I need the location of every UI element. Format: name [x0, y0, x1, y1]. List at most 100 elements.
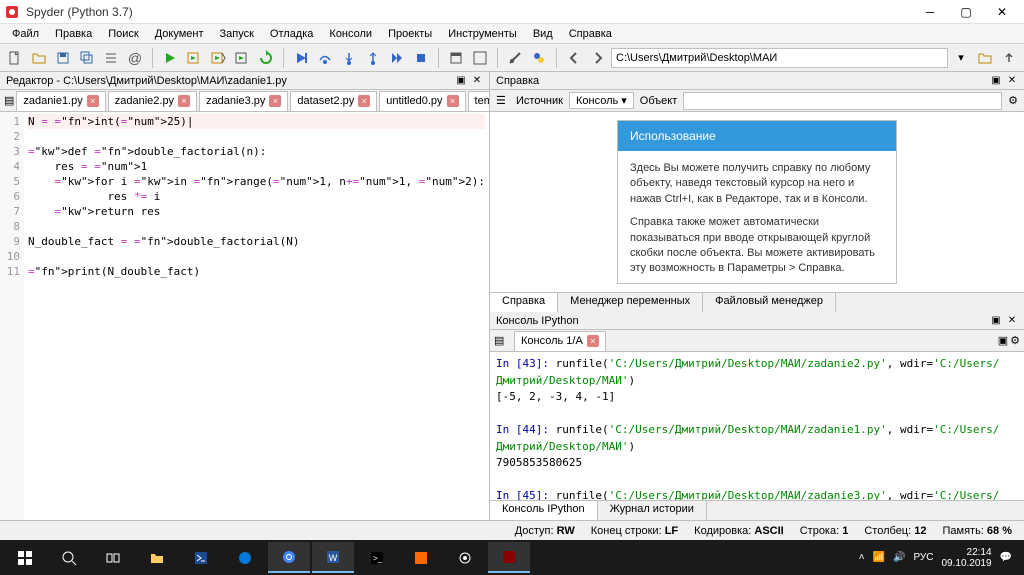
minimize-button[interactable]: ─ — [912, 0, 948, 24]
search-icon[interactable] — [48, 542, 90, 573]
explorer-icon[interactable] — [136, 542, 178, 573]
python-path-icon[interactable] — [528, 47, 550, 69]
powershell-icon[interactable] — [180, 542, 222, 573]
menu-Правка[interactable]: Правка — [47, 26, 100, 42]
object-label: Объект — [640, 95, 677, 107]
line-gutter: 1 2 3 4 5 6 7 8 9 10 11 — [0, 112, 24, 520]
help-tab[interactable]: Файловый менеджер — [703, 293, 836, 312]
console-gear-icon[interactable]: ⚙ — [1010, 334, 1020, 347]
help-gear-icon[interactable]: ⚙ — [1008, 94, 1018, 107]
menu-Консоли[interactable]: Консоли — [321, 26, 380, 42]
chrome-icon[interactable] — [268, 542, 310, 573]
notifications-icon[interactable]: 💬 — [1000, 552, 1012, 563]
menu-Документ[interactable]: Документ — [147, 26, 212, 42]
preferences-icon[interactable] — [504, 47, 526, 69]
settings-icon[interactable] — [444, 542, 486, 573]
step-over-icon[interactable] — [314, 47, 336, 69]
pane-undock-icon[interactable]: ▣ — [455, 75, 467, 87]
editor-tab[interactable]: zadanie3.py× — [199, 91, 288, 111]
clock[interactable]: 22:1409.10.2019 — [941, 547, 991, 569]
code-area[interactable]: N = ="fn">int(="num">25)| ="kw">def ="fn… — [24, 112, 489, 520]
pane-undock-icon[interactable]: ▣ — [990, 315, 1002, 327]
console-tab[interactable]: Консоль 1/A× — [514, 331, 606, 351]
run-selection-icon[interactable] — [231, 47, 253, 69]
maximize-pane-icon[interactable] — [445, 47, 467, 69]
menu-Отладка[interactable]: Отладка — [262, 26, 321, 42]
cmd-icon[interactable]: >_ — [356, 542, 398, 573]
object-input[interactable] — [683, 92, 1002, 110]
ipython-pane-title: Консоль IPython ▣✕ — [490, 312, 1024, 330]
start-button[interactable] — [4, 542, 46, 573]
menu-Запуск[interactable]: Запуск — [212, 26, 262, 42]
fullscreen-icon[interactable] — [469, 47, 491, 69]
run-cell-icon[interactable] — [183, 47, 205, 69]
menu-Поиск[interactable]: Поиск — [100, 26, 146, 42]
open-file-icon[interactable] — [28, 47, 50, 69]
run-icon[interactable] — [159, 47, 181, 69]
app-icon[interactable] — [400, 542, 442, 573]
at-icon[interactable]: @ — [124, 47, 146, 69]
new-file-icon[interactable] — [4, 47, 26, 69]
close-icon[interactable]: × — [178, 95, 190, 107]
menu-Вид[interactable]: Вид — [525, 26, 561, 42]
ipython-console[interactable]: In [43]: runfile('C:/Users/Дмитрий/Deskt… — [490, 352, 1024, 500]
step-out-icon[interactable] — [362, 47, 384, 69]
parent-dir-icon[interactable] — [998, 47, 1020, 69]
saveall-icon[interactable] — [76, 47, 98, 69]
continue-icon[interactable] — [386, 47, 408, 69]
code-editor[interactable]: 1 2 3 4 5 6 7 8 9 10 11 N = ="fn">int(="… — [0, 112, 489, 520]
ipython-tab[interactable]: Журнал истории — [598, 501, 707, 520]
menu-Справка[interactable]: Справка — [561, 26, 620, 42]
list-icon[interactable] — [100, 47, 122, 69]
back-icon[interactable] — [563, 47, 585, 69]
task-view-icon[interactable] — [92, 542, 134, 573]
spyder-icon — [4, 4, 20, 20]
edge-icon[interactable] — [224, 542, 266, 573]
working-dir-input[interactable]: C:\Users\Дмитрий\Desktop\МАИ — [611, 48, 948, 68]
ipython-tab[interactable]: Консоль IPython — [490, 501, 598, 520]
rerun-icon[interactable] — [255, 47, 277, 69]
close-icon[interactable]: × — [358, 95, 370, 107]
save-icon[interactable] — [52, 47, 74, 69]
volume-icon[interactable]: 🔊 — [893, 552, 905, 563]
debug-icon[interactable] — [290, 47, 312, 69]
close-icon[interactable]: × — [87, 95, 99, 107]
tab-list-icon[interactable]: ▤ — [494, 334, 512, 347]
help-tab[interactable]: Справка — [490, 293, 558, 312]
svg-text:W: W — [329, 553, 338, 563]
editor-tab[interactable]: zadanie2.py× — [108, 91, 197, 111]
wifi-icon[interactable]: 📶 — [873, 552, 885, 563]
menu-Файл[interactable]: Файл — [4, 26, 47, 42]
step-into-icon[interactable] — [338, 47, 360, 69]
editor-tab[interactable]: zadanie1.py× — [16, 91, 105, 111]
console-interrupt-icon[interactable]: ▣ — [998, 334, 1008, 347]
close-icon[interactable]: × — [587, 335, 599, 347]
pane-close-icon[interactable]: ✕ — [471, 75, 483, 87]
spyder-taskbar-icon[interactable] — [488, 542, 530, 573]
close-icon[interactable]: × — [269, 95, 281, 107]
stop-debug-icon[interactable] — [410, 47, 432, 69]
tray-up-icon[interactable]: ˄ — [859, 552, 865, 563]
editor-tab[interactable]: untitled0.py× — [379, 91, 465, 111]
system-tray[interactable]: ˄ 📶 🔊 РУС 22:1409.10.2019 💬 — [851, 547, 1020, 569]
forward-icon[interactable] — [587, 47, 609, 69]
maximize-button[interactable]: ▢ — [948, 0, 984, 24]
help-tab[interactable]: Менеджер переменных — [558, 293, 703, 312]
help-menu-icon[interactable]: ☰ — [496, 94, 510, 107]
lang-indicator[interactable]: РУС — [913, 552, 933, 563]
close-button[interactable]: ✕ — [984, 0, 1020, 24]
pane-close-icon[interactable]: ✕ — [1006, 315, 1018, 327]
pane-undock-icon[interactable]: ▣ — [990, 75, 1002, 87]
pane-close-icon[interactable]: ✕ — [1006, 75, 1018, 87]
menu-Инструменты[interactable]: Инструменты — [440, 26, 525, 42]
menu-Проекты[interactable]: Проекты — [380, 26, 440, 42]
browse-dir-icon[interactable] — [974, 47, 996, 69]
editor-tab[interactable]: dataset2.py× — [290, 91, 377, 111]
tab-list-icon[interactable]: ▤ — [4, 94, 14, 107]
dropdown-icon[interactable]: ▾ — [950, 47, 972, 69]
word-icon[interactable]: W — [312, 542, 354, 573]
close-icon[interactable]: × — [447, 95, 459, 107]
editor-tab[interactable]: temp.py× — [468, 91, 489, 111]
source-combo[interactable]: Консоль ▾ — [569, 92, 634, 109]
run-cell-advance-icon[interactable] — [207, 47, 229, 69]
